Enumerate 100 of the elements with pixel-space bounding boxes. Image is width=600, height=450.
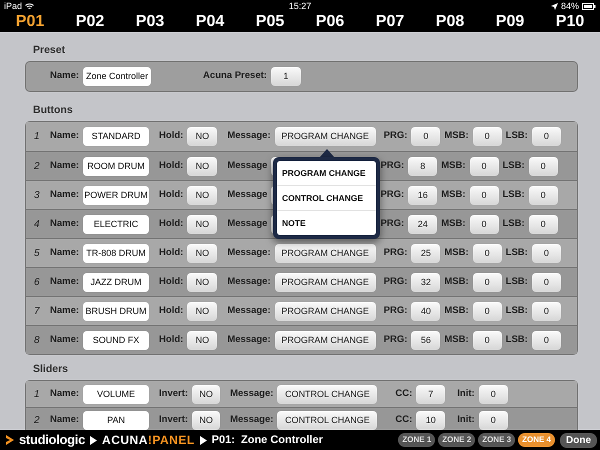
field-label: LSB: bbox=[502, 216, 525, 231]
field-label: Name: bbox=[50, 129, 80, 144]
menu-item[interactable]: NOTE bbox=[277, 210, 376, 235]
hold-toggle-button[interactable]: NO bbox=[187, 244, 218, 262]
invert-toggle-button[interactable]: NO bbox=[192, 384, 220, 404]
name-field[interactable]: STANDARD bbox=[83, 127, 150, 146]
page-tab[interactable]: P03 bbox=[134, 13, 166, 31]
field-label: Invert: bbox=[159, 413, 188, 428]
message-type-button[interactable]: CONTROL CHANGE bbox=[277, 411, 378, 430]
program-number-button[interactable]: 40 bbox=[411, 302, 440, 320]
page-tab[interactable]: P02 bbox=[74, 13, 106, 31]
cc-number-button[interactable]: 10 bbox=[416, 411, 446, 430]
field-label: MSB: bbox=[441, 216, 466, 231]
menu-item[interactable]: PROGRAM CHANGE bbox=[277, 161, 376, 185]
field-label: MSB: bbox=[444, 304, 469, 318]
play-arrow-icon bbox=[200, 436, 207, 444]
invert-toggle-button[interactable]: NO bbox=[192, 411, 220, 430]
play-arrow-icon bbox=[90, 436, 98, 444]
name-field[interactable]: VOLUME bbox=[83, 384, 150, 404]
field-label: LSB: bbox=[502, 158, 525, 173]
field-label: LSB: bbox=[502, 188, 525, 202]
program-number-button[interactable]: 0 bbox=[411, 127, 440, 146]
message-type-button[interactable]: PROGRAM CHANGE bbox=[274, 127, 376, 146]
page-tab[interactable]: P08 bbox=[434, 13, 466, 31]
page-tab[interactable]: P10 bbox=[554, 13, 586, 31]
brand-logo: studiologic bbox=[19, 431, 86, 450]
hold-toggle-button[interactable]: NO bbox=[187, 156, 218, 176]
field-label: Hold: bbox=[159, 129, 184, 144]
program-number-button[interactable]: 24 bbox=[408, 214, 438, 234]
msb-button[interactable]: 0 bbox=[472, 272, 502, 292]
field-label: LSB: bbox=[506, 246, 528, 260]
msb-button[interactable]: 0 bbox=[472, 330, 502, 350]
name-field[interactable]: ELECTRIC bbox=[83, 214, 150, 234]
program-number-button[interactable]: 25 bbox=[411, 244, 440, 262]
program-number-button[interactable]: 16 bbox=[408, 186, 438, 204]
field-label: CC: bbox=[395, 386, 412, 401]
field-label: Name: bbox=[50, 413, 80, 428]
page-tab[interactable]: P06 bbox=[314, 13, 346, 31]
row-number: 1 bbox=[34, 130, 41, 144]
row-number: 8 bbox=[34, 334, 41, 348]
cc-number-button[interactable]: 7 bbox=[416, 384, 446, 404]
program-number-button[interactable]: 8 bbox=[408, 156, 438, 176]
page-tab[interactable]: P04 bbox=[194, 13, 226, 31]
lsb-button[interactable]: 0 bbox=[528, 214, 558, 234]
name-field[interactable]: JAZZ DRUM bbox=[83, 272, 150, 292]
name-field[interactable]: PAN bbox=[83, 411, 150, 430]
row-number: 2 bbox=[34, 414, 41, 428]
lsb-button[interactable]: 0 bbox=[532, 330, 561, 350]
hold-toggle-button[interactable]: NO bbox=[187, 186, 218, 204]
field-label: Message bbox=[227, 216, 268, 231]
field-label: LSB: bbox=[506, 332, 528, 347]
message-type-button[interactable]: CONTROL CHANGE bbox=[277, 384, 378, 404]
lsb-button[interactable]: 0 bbox=[528, 186, 558, 204]
name-field[interactable]: Zone Controller bbox=[83, 67, 152, 86]
message-type-button[interactable]: PROGRAM CHANGE bbox=[274, 302, 376, 320]
field-label: Hold: bbox=[159, 158, 184, 173]
zone-tab[interactable]: ZONE 3 bbox=[478, 433, 516, 447]
name-field[interactable]: BRUSH DRUM bbox=[83, 302, 150, 320]
msb-button[interactable]: 0 bbox=[470, 186, 498, 204]
lsb-button[interactable]: 0 bbox=[532, 127, 561, 146]
page-tab[interactable]: P01 bbox=[14, 13, 46, 31]
field-label: PRG: bbox=[384, 246, 408, 260]
lsb-button[interactable]: 0 bbox=[532, 244, 561, 262]
hold-toggle-button[interactable]: NO bbox=[187, 272, 218, 292]
init-value-button[interactable]: 0 bbox=[478, 411, 508, 430]
hold-toggle-button[interactable]: NO bbox=[187, 302, 218, 320]
name-field[interactable]: TR-808 DRUM bbox=[83, 244, 150, 262]
hold-toggle-button[interactable]: NO bbox=[187, 330, 218, 350]
hold-toggle-button[interactable]: NO bbox=[187, 214, 218, 234]
done-button[interactable]: Done bbox=[560, 432, 597, 448]
hold-toggle-button[interactable]: NO bbox=[187, 127, 218, 146]
preset-number-button[interactable]: 1 bbox=[270, 67, 301, 86]
field-label: Init: bbox=[457, 386, 475, 401]
program-number-button[interactable]: 32 bbox=[411, 272, 440, 292]
program-number-button[interactable]: 56 bbox=[411, 330, 440, 350]
lsb-button[interactable]: 0 bbox=[532, 272, 561, 292]
field-label: PRG: bbox=[384, 274, 408, 289]
name-field[interactable]: SOUND FX bbox=[83, 330, 150, 350]
page-tab[interactable]: P07 bbox=[374, 13, 406, 31]
menu-item[interactable]: CONTROL CHANGE bbox=[277, 185, 376, 210]
field-label: Hold: bbox=[159, 216, 184, 231]
page-tab[interactable]: P09 bbox=[494, 13, 526, 31]
zone-tab[interactable]: ZONE 1 bbox=[398, 433, 436, 447]
lsb-button[interactable]: 0 bbox=[532, 302, 561, 320]
msb-button[interactable]: 0 bbox=[472, 302, 502, 320]
name-field[interactable]: POWER DRUM bbox=[83, 186, 150, 204]
msb-button[interactable]: 0 bbox=[472, 127, 502, 146]
lsb-button[interactable]: 0 bbox=[528, 156, 558, 176]
msb-button[interactable]: 0 bbox=[472, 244, 502, 262]
msb-button[interactable]: 0 bbox=[470, 156, 498, 176]
zone-tab[interactable]: ZONE 2 bbox=[438, 433, 476, 447]
field-label: LSB: bbox=[506, 129, 528, 144]
name-field[interactable]: ROOM DRUM bbox=[83, 156, 150, 176]
msb-button[interactable]: 0 bbox=[470, 214, 498, 234]
message-type-button[interactable]: PROGRAM CHANGE bbox=[274, 330, 376, 350]
page-tab[interactable]: P05 bbox=[254, 13, 286, 31]
row-number: 5 bbox=[34, 246, 41, 260]
init-value-button[interactable]: 0 bbox=[478, 384, 508, 404]
message-type-button[interactable]: PROGRAM CHANGE bbox=[274, 244, 376, 262]
message-type-button[interactable]: PROGRAM CHANGE bbox=[274, 272, 376, 292]
